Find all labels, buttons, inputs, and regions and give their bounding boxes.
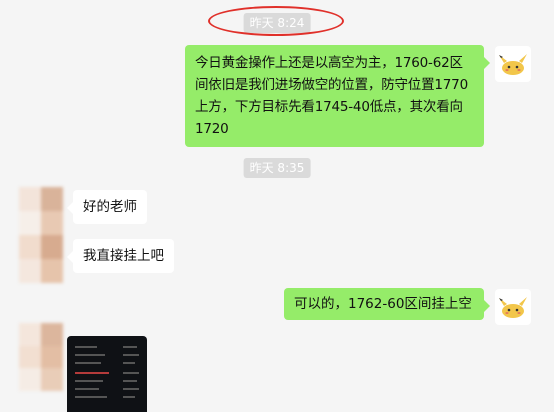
chat-timestamp: 昨天 8:35 bbox=[243, 158, 311, 178]
highlight-circle-annotation bbox=[208, 6, 344, 36]
phone-screenshot-thumbnail[interactable] bbox=[67, 336, 147, 412]
message-bubble-outgoing[interactable]: 可以的，1762-60区间挂上空 bbox=[284, 288, 490, 320]
message-bubble-outgoing[interactable]: 今日黄金操作上还是以高空为主，1760-62区间依旧是我们进场做空的位置，防守位… bbox=[185, 45, 490, 147]
my-avatar[interactable] bbox=[495, 289, 531, 325]
contact-avatar-blurred[interactable] bbox=[19, 187, 63, 283]
contact-avatar-blurred[interactable] bbox=[19, 323, 63, 391]
message-bubble-incoming[interactable]: 好的老师 bbox=[67, 190, 147, 224]
message-bubble-incoming[interactable]: 我直接挂上吧 bbox=[67, 239, 174, 273]
my-avatar[interactable] bbox=[495, 46, 531, 82]
cartoon-pikachu-icon bbox=[499, 54, 527, 75]
cartoon-pikachu-icon bbox=[499, 297, 527, 318]
